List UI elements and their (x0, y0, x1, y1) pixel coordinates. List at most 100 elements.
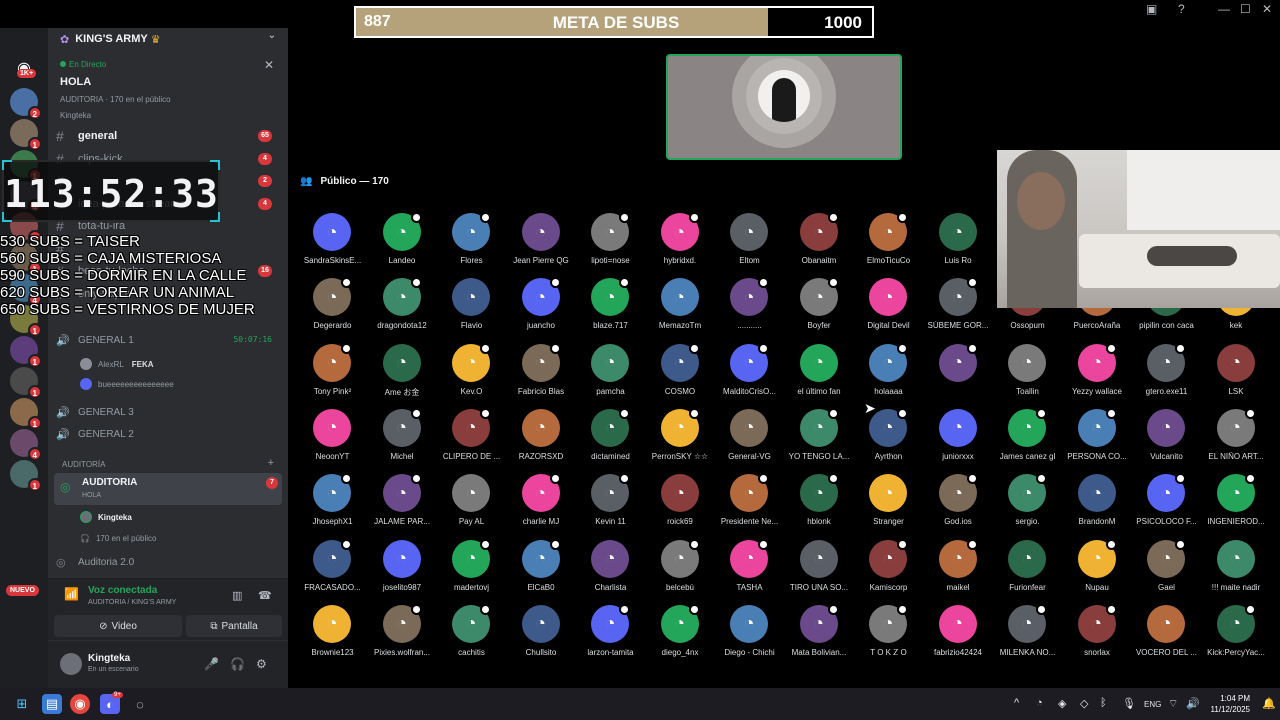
audience-member[interactable]: ◔ blaze.717 (576, 275, 645, 337)
voice-channel-general-1[interactable]: 🔊 GENERAL 1 50:07:16 (56, 330, 282, 350)
audience-member[interactable]: ◔ YO TENGO LA... (785, 406, 854, 468)
audience-member[interactable]: ◔ God.ios (924, 471, 993, 533)
audience-member[interactable]: ◔ JALAME PAR... (368, 471, 437, 533)
stage-channel-auditoria-2[interactable]: ◎ Auditoria 2.0 (56, 552, 282, 572)
audience-member[interactable]: ◔ MalditoCrisO... (715, 341, 784, 403)
audience-member[interactable]: ◔ Michel (368, 406, 437, 468)
audience-member[interactable]: ◔ RAZORSXD (507, 406, 576, 468)
audience-member[interactable]: ◔ Brownie123 (298, 602, 367, 664)
tray-app-icon[interactable]: ◈ (1058, 697, 1066, 710)
text-channel[interactable]: # general 65 (56, 126, 282, 146)
voice-user[interactable]: AlexRL FEKA (80, 356, 154, 372)
audience-member[interactable]: ◔ juancho (507, 275, 576, 337)
audience-member[interactable]: ◔ diego_4nx (646, 602, 715, 664)
audience-member[interactable]: ◔ Jean Pierre QG (507, 210, 576, 272)
audience-member[interactable]: ◔ Ame お金 (368, 341, 437, 403)
audience-member[interactable]: ◔ Stranger (854, 471, 923, 533)
server-icon[interactable]: 4 (10, 429, 42, 461)
audience-member[interactable]: ◔ Gael (1132, 537, 1201, 599)
audience-member[interactable]: ◔ Obanaitm (785, 210, 854, 272)
audience-member[interactable]: ◔ COSMO (646, 341, 715, 403)
audience-member[interactable]: ◔ NeoonYT (298, 406, 367, 468)
audience-member[interactable]: ◔ Tony Pink² (298, 341, 367, 403)
microphone-icon[interactable]: 🎤 (204, 657, 219, 671)
headphones-icon[interactable]: 🎧 (230, 657, 245, 671)
audience-member[interactable]: ◔ Digital Devil (854, 275, 923, 337)
audience-member[interactable]: ◔ Kev.O (437, 341, 506, 403)
audience-member[interactable]: ◔ Fabricio Blas (507, 341, 576, 403)
audience-member[interactable]: ◔ Degerardo (298, 275, 367, 337)
audience-member[interactable]: ◔ Kevin 11 (576, 471, 645, 533)
screen-share-button[interactable]: ⧉ Pantalla (186, 615, 282, 637)
microphone-icon[interactable]: 🎙 (1122, 697, 1136, 710)
chrome-icon[interactable]: ◉ (70, 694, 90, 714)
noise-suppression-icon[interactable]: ▥ (232, 589, 242, 602)
audience-member[interactable]: ◔ madertovj (437, 537, 506, 599)
audience-member[interactable]: ◔ Boyfer (785, 275, 854, 337)
audience-member[interactable]: ◔ el último fan (785, 341, 854, 403)
audience-member[interactable]: ◔ ElCaB0 (507, 537, 576, 599)
audience-member[interactable]: ◔ PERSONA CO... (1063, 406, 1132, 468)
avatar[interactable] (60, 653, 82, 675)
stage-channel-auditoria[interactable]: ◎ AUDITORIA HOLA 7 (54, 473, 282, 505)
taskbar-clock[interactable]: 1:04 PM 11/12/2025 (1211, 693, 1250, 715)
audience-member[interactable]: ◔ Yezzy wallace (1063, 341, 1132, 403)
audience-member[interactable]: ◔ Flavio (437, 275, 506, 337)
server-icon[interactable]: 1 (10, 119, 42, 151)
audience-member[interactable]: ◔ hblonk (785, 471, 854, 533)
language-indicator[interactable]: ENG (1144, 700, 1161, 709)
audience-member[interactable]: ◔ !!! maite nadir (1202, 537, 1271, 599)
audience-member[interactable]: ◔ lipoti=nose (576, 210, 645, 272)
audience-member[interactable]: ◔ PSICOLOCO F... (1132, 471, 1201, 533)
audience-member[interactable]: ◔ belcebú (646, 537, 715, 599)
audience-member[interactable]: ◔ T O K Ꮓ O (854, 602, 923, 664)
audience-member[interactable]: ◔ CLIPERO DE ... (437, 406, 506, 468)
notepad-icon[interactable]: ▤ (42, 694, 62, 714)
audience-member[interactable]: ◔ Mata Bolivian... (785, 602, 854, 664)
category-auditoria[interactable]: AUDITORÍA (62, 460, 105, 469)
audience-member[interactable]: ◔ maikel (924, 537, 993, 599)
audience-member[interactable]: ◔ VOCERO DEL ... (1132, 602, 1201, 664)
audience-member[interactable]: ◔ BrandonM (1063, 471, 1132, 533)
audience-member[interactable]: ◔ (924, 341, 993, 403)
audience-member[interactable]: ◔........... (715, 275, 784, 337)
audience-member[interactable]: ◔ FRACASADO... (298, 537, 367, 599)
audience-member[interactable]: ◔ Vulcanito (1132, 406, 1201, 468)
chevron-up-icon[interactable]: ^ (1014, 697, 1019, 709)
audience-member[interactable]: ◔ Eltom (715, 210, 784, 272)
minimize-button[interactable]: — (1218, 2, 1230, 16)
audience-member[interactable]: ◔ JhosephX1 (298, 471, 367, 533)
audience-member[interactable]: ◔ EL NIÑO ART... (1202, 406, 1271, 468)
audience-member[interactable]: ◔ Charlista (576, 537, 645, 599)
audience-member[interactable]: ◔ snorlax (1063, 602, 1132, 664)
notification-icon[interactable]: 🔔 (1262, 697, 1276, 710)
windows-start-icon[interactable]: ⊞ (12, 694, 32, 714)
chevron-down-icon[interactable]: ⌄ (268, 30, 276, 41)
audience-member[interactable]: ◔ gtero.exe11 (1132, 341, 1201, 403)
tray-app-icon[interactable]: ◇ (1080, 697, 1088, 710)
audience-member[interactable]: ◔ Presidente Ne... (715, 471, 784, 533)
audience-member[interactable]: ◔ joselito987 (368, 537, 437, 599)
help-icon[interactable]: ? (1178, 2, 1185, 16)
close-icon[interactable]: ✕ (264, 58, 274, 72)
inbox-icon[interactable]: ▣ (1146, 2, 1157, 16)
audience-member[interactable]: ◔ TIRO UNA SO... (785, 537, 854, 599)
audience-member[interactable]: ◔ larzon-tamita (576, 602, 645, 664)
audience-member[interactable]: ◔ PerronSKY ☆☆ (646, 406, 715, 468)
audience-member[interactable]: ◔ Pay AL (437, 471, 506, 533)
audience-member[interactable]: ◔ cachitis (437, 602, 506, 664)
server-icon[interactable]: 1 (10, 460, 42, 492)
audience-member[interactable]: ◔ Nupau (1063, 537, 1132, 599)
audience-member[interactable]: ◔ dragondota12 (368, 275, 437, 337)
audience-member[interactable]: ◔ charlie MJ (507, 471, 576, 533)
audience-member[interactable]: ◔ roick69 (646, 471, 715, 533)
audience-member[interactable]: ◔ MILENKA NO... (993, 602, 1062, 664)
audience-member[interactable]: ◔ pamcha (576, 341, 645, 403)
obs-icon[interactable]: ◌ (130, 694, 150, 714)
voice-channel-general-2[interactable]: 🔊 GENERAL 2 (56, 424, 282, 444)
audience-member[interactable]: ◔ LSK (1202, 341, 1271, 403)
audience-member[interactable]: ◔ TASHA (715, 537, 784, 599)
audience-member[interactable]: ◔ Pixies.wolfran... (368, 602, 437, 664)
audience-member[interactable]: ◔ MemazoTm (646, 275, 715, 337)
wifi-icon[interactable]: ⌔ (1168, 697, 1178, 711)
